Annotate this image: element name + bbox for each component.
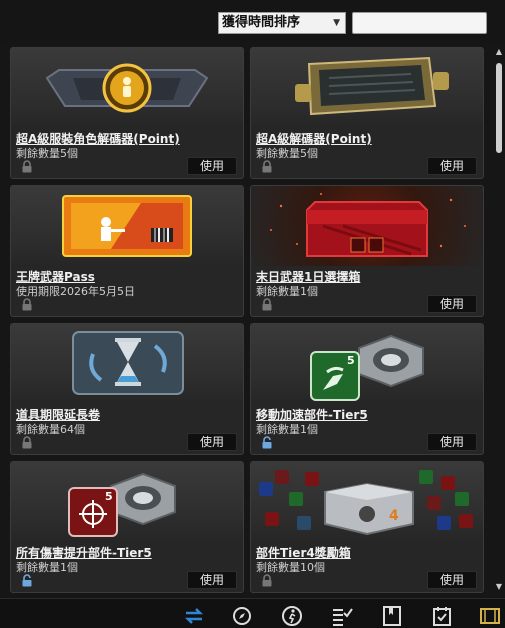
item-art	[11, 48, 243, 128]
scroll-down-arrow-icon[interactable]: ▼	[495, 582, 503, 592]
use-button[interactable]: 使用	[427, 295, 477, 313]
item-card[interactable]: 超A級解碼器(Point) 剩餘數量5個 使用	[250, 47, 484, 179]
item-quantity: 剩餘數量1個	[16, 561, 78, 574]
search-input[interactable]	[353, 14, 486, 34]
item-art: 5	[251, 324, 483, 404]
lock-icon	[262, 298, 272, 311]
item-art	[251, 186, 483, 266]
unlock-icon	[262, 436, 272, 449]
bookmark-card-icon[interactable]	[381, 605, 403, 627]
item-art	[251, 48, 483, 128]
search-box[interactable]	[352, 12, 487, 34]
lock-icon	[22, 160, 32, 173]
chevron-down-icon: ▼	[333, 18, 340, 28]
item-card[interactable]: 5 所有傷害提升部件-Tier5 剩餘數量1個 使用	[10, 461, 244, 593]
tier4-reward-box-icon: 4	[259, 470, 473, 536]
red-weapon-box-icon	[270, 193, 466, 257]
scroll-up-arrow-icon[interactable]: ▲	[495, 47, 503, 57]
tier-badge: 5	[105, 490, 113, 503]
decoder-device-icon	[295, 56, 449, 116]
item-quantity: 剩餘數量5個	[256, 147, 318, 160]
sort-dropdown[interactable]: 獲得時間排序 ▼	[218, 12, 346, 34]
use-button[interactable]: 使用	[187, 433, 237, 451]
item-art: 4	[251, 462, 483, 542]
hourglass-extension-icon	[72, 331, 184, 395]
top-controls: 獲得時間排序 ▼	[0, 0, 505, 42]
scroll-thumb[interactable]	[496, 63, 502, 153]
item-expiry: 使用期限2026年5月5日	[16, 285, 135, 298]
use-button[interactable]: 使用	[427, 433, 477, 451]
item-quantity: 剩餘數量10個	[256, 561, 325, 574]
item-card[interactable]: 王牌武器Pass 使用期限2026年5月5日	[10, 185, 244, 317]
swap-arrows-icon[interactable]	[183, 605, 205, 627]
item-art	[11, 186, 243, 266]
tier-badge: 5	[347, 354, 355, 367]
use-button[interactable]: 使用	[427, 157, 477, 175]
item-quantity: 剩餘數量1個	[256, 423, 318, 436]
compass-icon[interactable]	[231, 605, 253, 627]
sort-dropdown-label: 獲得時間排序	[222, 15, 301, 30]
lock-icon	[22, 298, 32, 311]
damage-part-icon: 5	[68, 472, 176, 537]
film-icon[interactable]	[479, 605, 501, 627]
item-quantity: 剩餘數量5個	[16, 147, 78, 160]
use-button[interactable]: 使用	[187, 157, 237, 175]
item-quantity: 剩餘數量1個	[256, 285, 318, 298]
item-card[interactable]: 末日武器1日選擇箱 剩餘數量1個 使用	[250, 185, 484, 317]
running-man-icon[interactable]	[281, 605, 303, 627]
bottom-toolbar	[0, 598, 505, 628]
weapon-pass-ticket-icon	[62, 195, 192, 257]
item-card[interactable]: 4 部件Tier4獎勵箱 剩餘數量10個 使用	[250, 461, 484, 593]
item-quantity: 剩餘數量64個	[16, 423, 85, 436]
scrollbar[interactable]: ▲ ▼	[495, 47, 503, 592]
svg-text:4: 4	[389, 508, 399, 524]
item-card[interactable]: 超A級服裝角色解碼器(Point) 剩餘數量5個 使用	[10, 47, 244, 179]
unlock-icon	[22, 574, 32, 587]
gold-badge-decoder-icon	[45, 63, 209, 113]
item-art	[11, 324, 243, 404]
calendar-check-icon[interactable]	[431, 605, 453, 627]
checklist-icon[interactable]	[331, 605, 353, 627]
lock-icon	[22, 436, 32, 449]
lock-icon	[262, 160, 272, 173]
use-button[interactable]: 使用	[187, 571, 237, 589]
use-button[interactable]: 使用	[427, 571, 477, 589]
item-card[interactable]: 5 移動加速部件-Tier5 剩餘數量1個 使用	[250, 323, 484, 455]
inventory-panel: 獲得時間排序 ▼ 超A級服裝角色解碼器(Point) 剩餘數量5個 使用 超A級…	[0, 0, 505, 628]
item-card[interactable]: 道具期限延長卷 剩餘數量64個 使用	[10, 323, 244, 455]
speed-part-icon: 5	[310, 334, 424, 401]
lock-icon	[262, 574, 272, 587]
item-art: 5	[11, 462, 243, 542]
